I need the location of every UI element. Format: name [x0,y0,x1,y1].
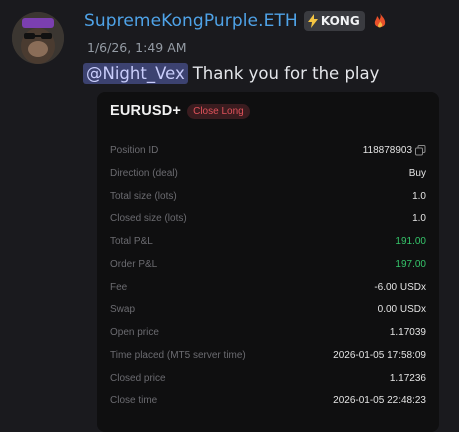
row-label: Open price [110,326,159,338]
row-label: Swap [110,303,136,315]
message-header: SupremeKongPurple.ETH KONG [84,10,387,32]
trade-card-image[interactable]: EURUSD+ Close Long Position ID 118878903… [97,92,439,432]
message-content: @Night_Vex Thank you for the play [83,63,379,84]
row-value: 1.17039 [389,326,426,338]
row-value: Buy [408,167,426,179]
row-value: 2026-01-05 17:58:09 [333,349,426,361]
trade-symbol: EURUSD+ [110,103,182,119]
username[interactable]: SupremeKongPurple.ETH [84,11,298,31]
lightning-bolt-icon [307,14,318,28]
row-total-size: Total size (lots) 1.0 [110,189,426,203]
row-value: 0.00 USDx [377,303,426,315]
row-direction: Direction (deal) Buy [110,166,426,180]
row-label: Position ID [110,144,159,156]
row-label: Order P&L [110,258,158,270]
row-label: Closed price [110,372,166,384]
row-closed-price: Closed price 1.17236 [110,371,426,385]
row-label: Total size (lots) [110,190,177,202]
row-label: Fee [110,281,128,293]
message-text: Thank you for the play [192,64,380,83]
row-closed-size: Closed size (lots) 1.0 [110,211,426,225]
row-value: 197.00 [395,258,426,270]
row-label: Time placed (MT5 server time) [110,349,246,361]
row-close-time: Close time 2026-01-05 22:48:23 [110,393,426,407]
row-time-placed: Time placed (MT5 server time) 2026-01-05… [110,348,426,362]
row-fee: Fee -6.00 USDx [110,280,426,294]
row-value: 1.0 [412,190,426,202]
row-label: Close time [110,394,158,406]
row-value: 1.0 [412,212,426,224]
copy-icon [415,144,426,156]
row-value: 191.00 [395,235,426,247]
row-order-pnl: Order P&L 197.00 [110,257,426,271]
user-mention[interactable]: @Night_Vex [83,63,188,84]
row-total-pnl: Total P&L 191.00 [110,234,426,248]
row-value: 2026-01-05 22:48:23 [333,394,426,406]
row-value: 1.17236 [389,372,426,384]
avatar[interactable] [12,12,64,64]
server-tag[interactable]: KONG [303,11,365,31]
row-label: Direction (deal) [110,167,178,179]
flame-icon[interactable] [373,13,387,29]
message-timestamp: 1/6/26, 1:49 AM [87,40,187,55]
position-id-value: 118878903 [362,144,412,156]
row-open-price: Open price 1.17039 [110,325,426,339]
row-swap: Swap 0.00 USDx [110,302,426,316]
card-header: EURUSD+ Close Long [110,103,250,119]
row-value: -6.00 USDx [374,281,426,293]
row-position-id: Position ID 118878903 [110,143,426,157]
row-label: Closed size (lots) [110,212,187,224]
row-value: 118878903 [362,144,426,156]
server-tag-label: KONG [320,14,360,28]
close-long-badge: Close Long [187,103,250,119]
row-label: Total P&L [110,235,153,247]
